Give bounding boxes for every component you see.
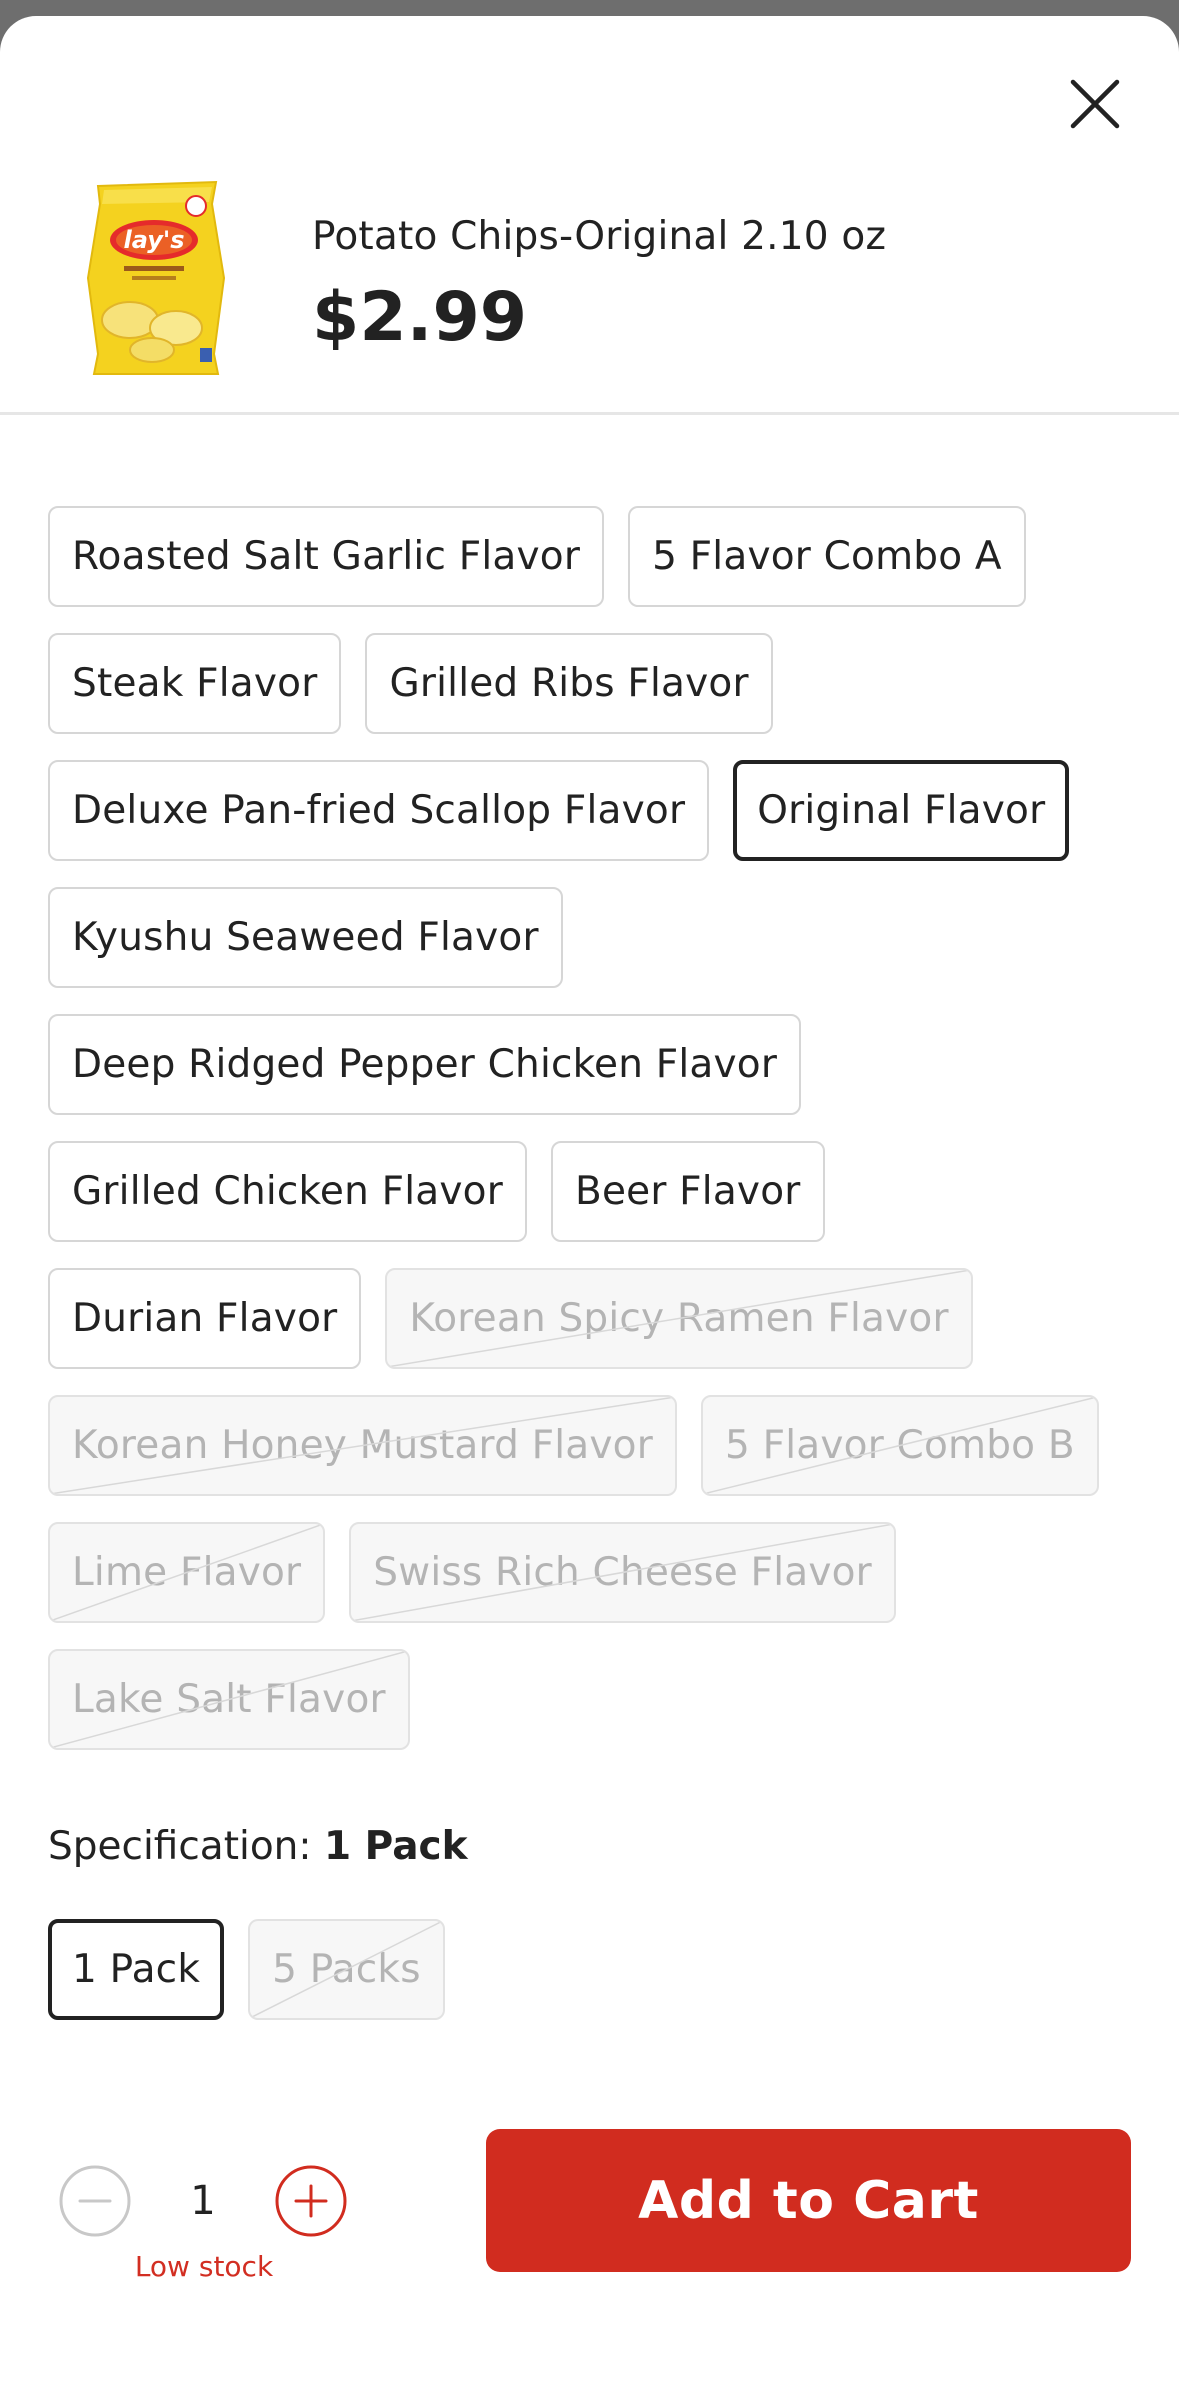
flavor-option[interactable]: Original Flavor <box>733 760 1070 861</box>
unavailable-strike-line <box>387 1270 970 1367</box>
flavor-option: Lake Salt Flavor <box>48 1649 410 1750</box>
flavor-option[interactable]: Deluxe Pan-fried Scallop Flavor <box>48 760 710 861</box>
flavor-option-label: Steak Flavor <box>72 661 318 706</box>
quantity-input[interactable] <box>180 2166 226 2236</box>
low-stock-note: Low stock <box>134 2250 274 2283</box>
pack-option-label: 1 Pack <box>72 1947 201 1992</box>
flavor-option[interactable]: Durian Flavor <box>48 1268 362 1369</box>
product-options-sheet: lay's Potato Chips-Original 2.10 oz $2.9… <box>0 16 1179 2396</box>
specification-selected-value: 1 Pack <box>323 1824 468 1869</box>
unavailable-strike-line <box>50 1397 675 1494</box>
add-to-cart-button[interactable]: Add to Cart <box>486 2129 1131 2272</box>
quantity-decrease-button[interactable] <box>58 2164 132 2238</box>
flavor-option[interactable]: 5 Flavor Combo A <box>628 506 1026 607</box>
flavor-option[interactable]: Deep Ridged Pepper Chicken Flavor <box>48 1014 802 1115</box>
flavor-option: Swiss Rich Cheese Flavor <box>349 1522 896 1623</box>
product-price: $2.99 <box>312 278 528 357</box>
flavor-option: Lime Flavor <box>48 1522 326 1623</box>
flavor-option[interactable]: Roasted Salt Garlic Flavor <box>48 506 605 607</box>
quantity-increase-button[interactable] <box>274 2164 348 2238</box>
header-divider <box>0 412 1179 415</box>
minus-circle-icon <box>59 2165 131 2237</box>
close-button[interactable] <box>1055 64 1135 144</box>
specification-label-text: Specification: <box>48 1824 312 1869</box>
flavor-option-label: Deluxe Pan-fried Scallop Flavor <box>72 788 686 833</box>
specification-options: 1 Pack 5 Packs <box>48 1919 445 2020</box>
brand-logo: lay's <box>124 226 185 254</box>
flavor-option-label: Grilled Ribs Flavor <box>389 661 749 706</box>
flavor-option-label: Kyushu Seaweed Flavor <box>72 915 539 960</box>
flavor-options: Roasted Salt Garlic Flavor 5 Flavor Combo… <box>48 506 1138 1750</box>
flavor-option[interactable]: Beer Flavor <box>550 1141 825 1242</box>
flavor-option-label: Roasted Salt Garlic Flavor <box>72 534 581 579</box>
close-icon <box>1070 79 1120 129</box>
unavailable-strike-line <box>250 1921 443 2018</box>
unavailable-strike-line <box>50 1524 323 1621</box>
unavailable-strike-line <box>703 1397 1097 1494</box>
flavor-option: 5 Flavor Combo B <box>700 1395 1099 1496</box>
flavor-option[interactable]: Steak Flavor <box>48 633 342 734</box>
chips-bag-image: lay's <box>84 178 228 378</box>
flavor-option[interactable]: Grilled Ribs Flavor <box>365 633 773 734</box>
flavor-option: Korean Spicy Ramen Flavor <box>385 1268 973 1369</box>
flavor-option-label: 5 Flavor Combo A <box>652 534 1002 579</box>
plus-circle-icon <box>275 2165 347 2237</box>
flavor-option-label: Deep Ridged Pepper Chicken Flavor <box>72 1042 778 1087</box>
product-name: Potato Chips-Original 2.10 oz <box>312 214 887 259</box>
unavailable-strike-line <box>351 1524 894 1621</box>
unavailable-strike-line <box>50 1651 408 1748</box>
flavor-option[interactable]: Grilled Chicken Flavor <box>48 1141 527 1242</box>
flavor-option[interactable]: Kyushu Seaweed Flavor <box>48 887 563 988</box>
specification-label: Specification: 1 Pack <box>48 1824 468 1869</box>
flavor-option-label: Grilled Chicken Flavor <box>72 1169 503 1214</box>
pack-option: 5 Packs <box>248 1919 445 2020</box>
flavor-option-label: Durian Flavor <box>72 1296 338 1341</box>
flavor-option: Korean Honey Mustard Flavor <box>48 1395 677 1496</box>
flavor-option-label: Original Flavor <box>757 788 1046 833</box>
pack-option[interactable]: 1 Pack <box>48 1919 225 2020</box>
flavor-option-label: Beer Flavor <box>574 1169 801 1214</box>
